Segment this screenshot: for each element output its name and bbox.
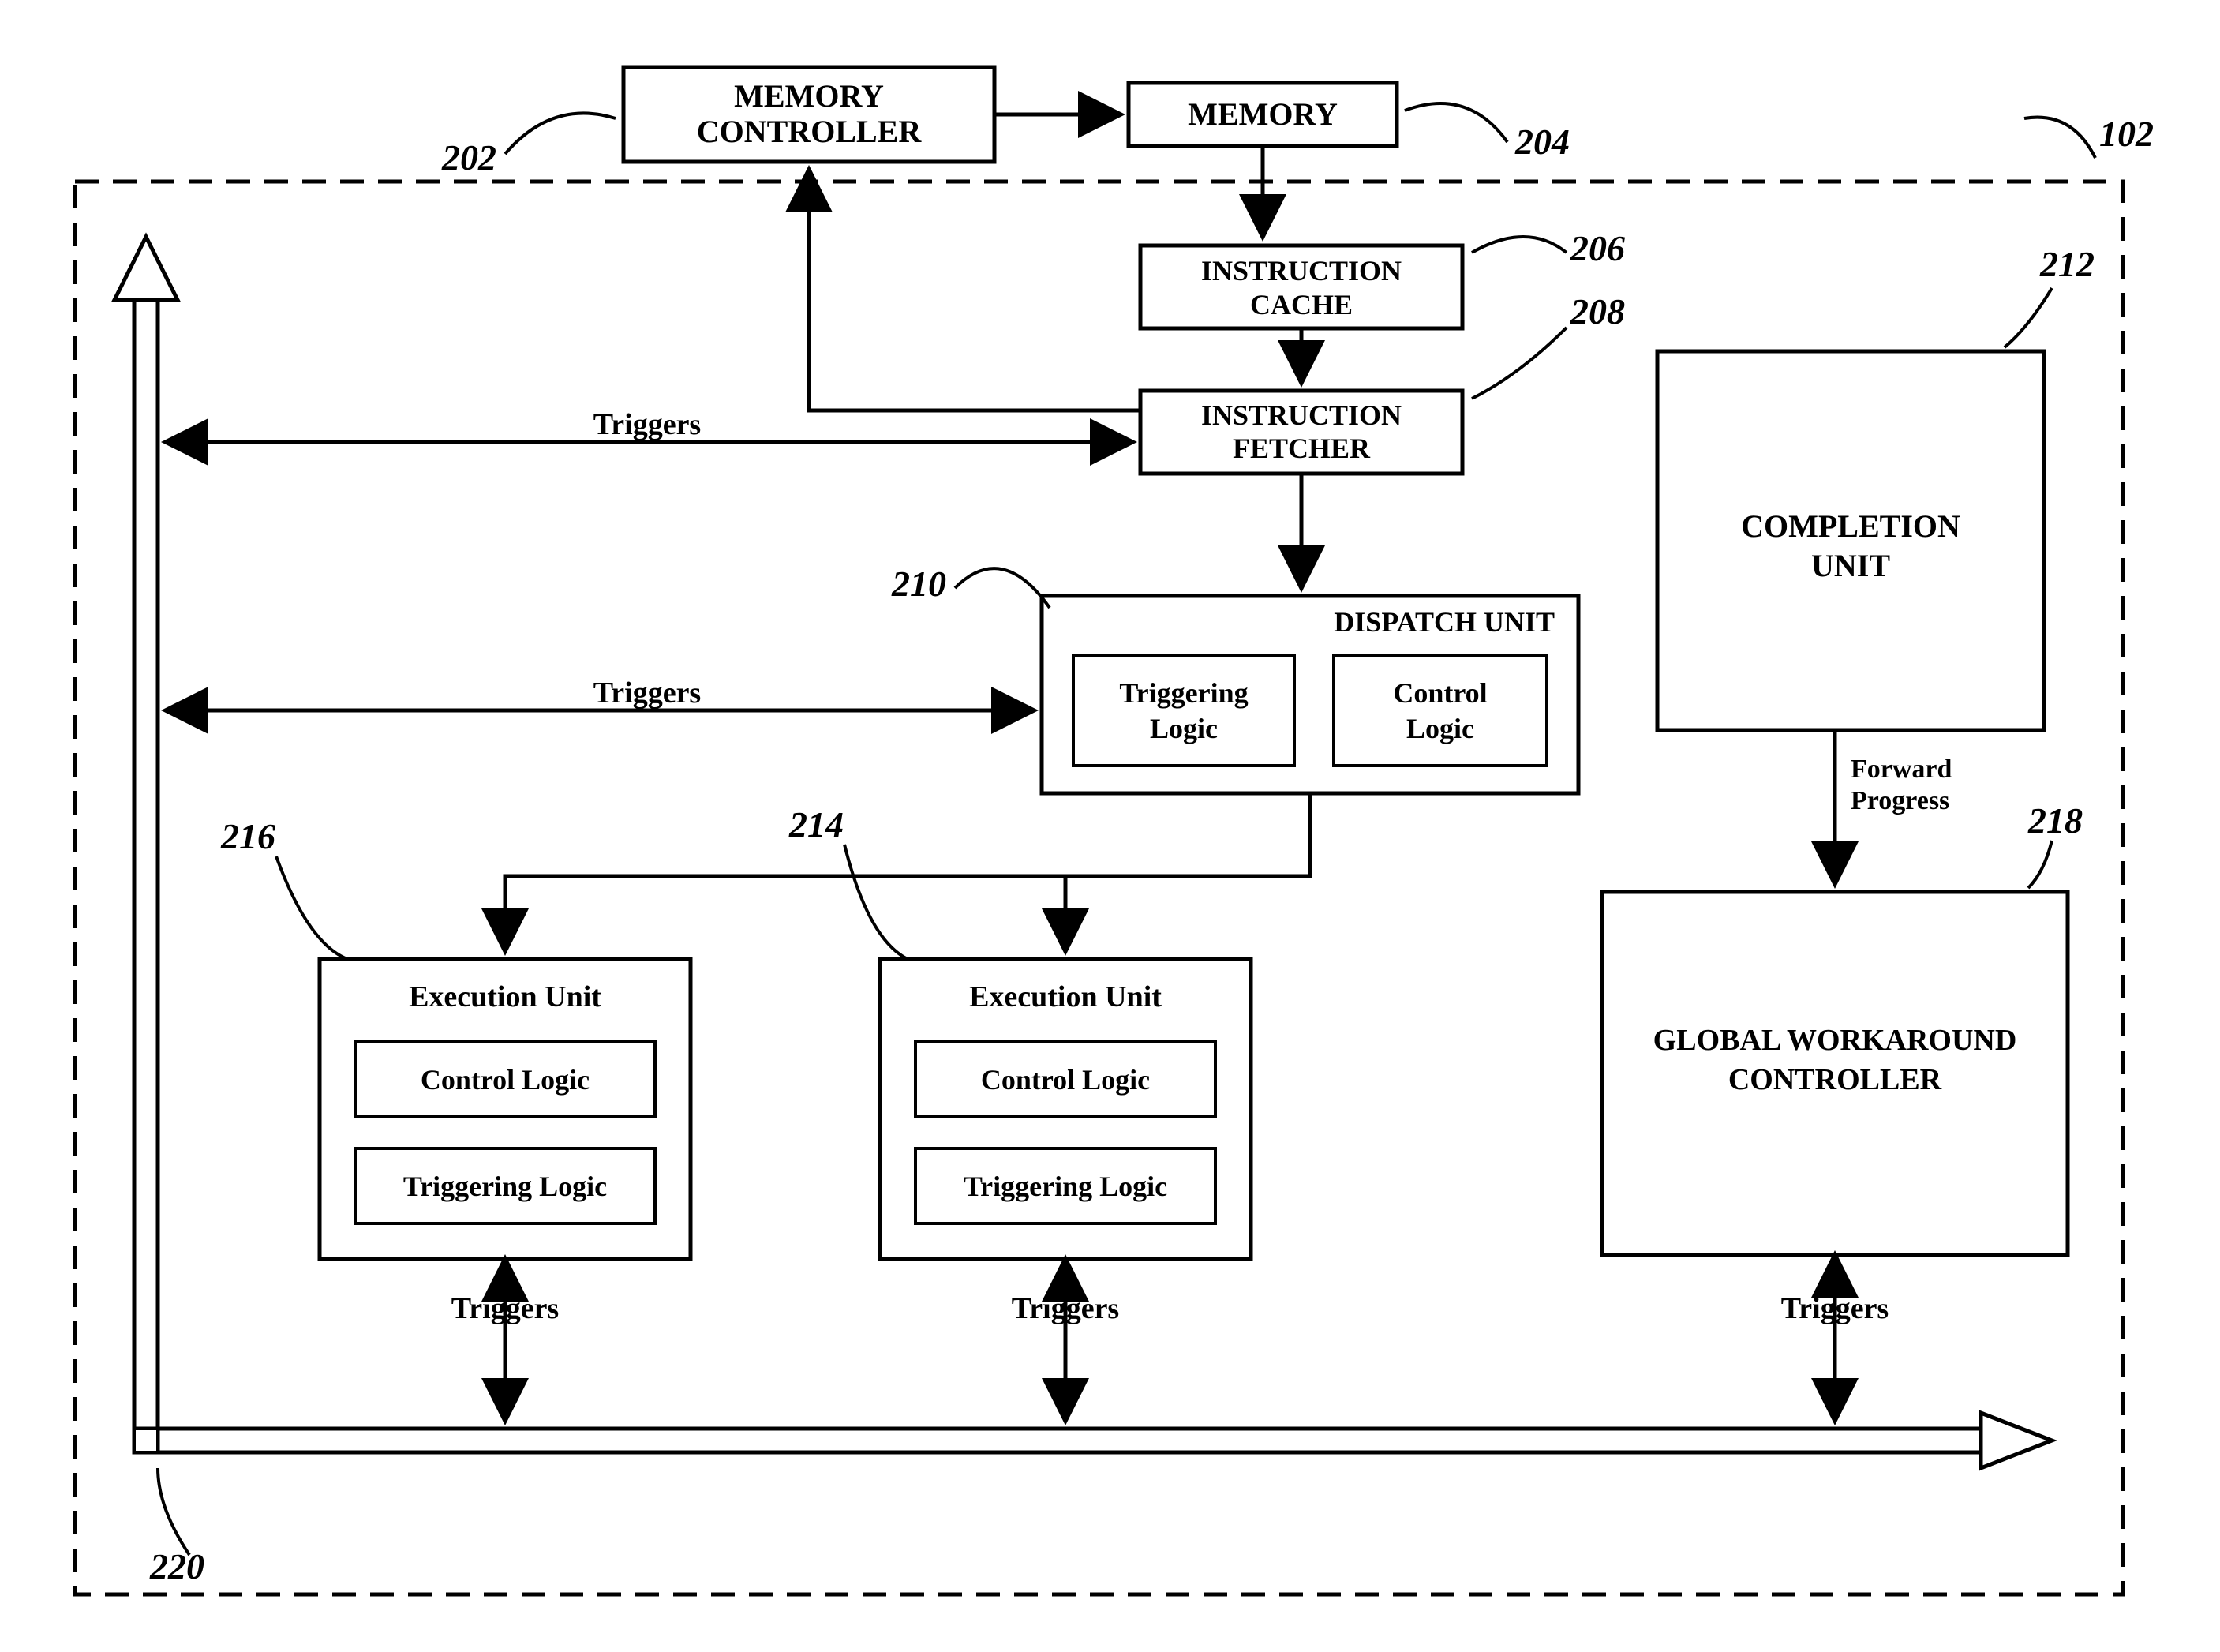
exec214-title: Execution Unit — [969, 980, 1162, 1013]
instruction-fetcher-block: INSTRUCTION FETCHER — [1140, 391, 1462, 474]
dispatch-control-label-1: Control — [1393, 677, 1487, 709]
label-triggers-gwc: Triggers — [1781, 1292, 1889, 1325]
label-triggers-exec214: Triggers — [1012, 1292, 1119, 1325]
leader-218 — [2028, 841, 2052, 888]
ref-102: 102 — [2099, 114, 2154, 154]
ref-216: 216 — [220, 816, 275, 856]
arrow-ifetch-memctrl — [809, 170, 1140, 410]
instruction-cache-block: INSTRUCTION CACHE — [1140, 245, 1462, 328]
ref-218: 218 — [2027, 800, 2083, 841]
ref-202: 202 — [441, 137, 496, 178]
completion-unit-block: COMPLETION UNIT — [1657, 351, 2044, 730]
instruction-fetcher-label-1: INSTRUCTION — [1201, 399, 1402, 431]
ref-214: 214 — [788, 804, 844, 845]
ref-204: 204 — [1514, 122, 1570, 162]
execution-unit-216-block: Execution Unit Control Logic Triggering … — [320, 959, 691, 1259]
exec214-sub-a: Control Logic — [981, 1064, 1150, 1096]
ref-208: 208 — [1570, 291, 1625, 332]
memory-controller-block: MEMORY CONTROLLER — [623, 67, 994, 162]
leader-204 — [1405, 103, 1507, 142]
memory-controller-label-2: CONTROLLER — [697, 114, 923, 149]
leader-212 — [2005, 288, 2052, 347]
leader-206 — [1472, 237, 1567, 253]
completion-unit-label-2: UNIT — [1811, 548, 1890, 583]
completion-unit-label-1: COMPLETION — [1741, 508, 1960, 544]
leader-220 — [158, 1468, 189, 1555]
dispatch-control-label-2: Logic — [1406, 713, 1474, 744]
global-workaround-controller-block: GLOBAL WORKAROUND CONTROLLER — [1602, 892, 2068, 1255]
instruction-cache-label-2: CACHE — [1250, 289, 1353, 320]
leader-210 — [955, 568, 1050, 608]
leader-208 — [1472, 328, 1567, 399]
label-triggers-dispatch: Triggers — [593, 676, 701, 710]
leader-216 — [276, 856, 347, 959]
memory-label: MEMORY — [1188, 96, 1338, 132]
label-forward-progress-1: Forward — [1851, 755, 1952, 784]
dispatch-triggering-label-1: Triggering — [1119, 677, 1248, 709]
label-forward-progress-2: Progress — [1851, 786, 1949, 815]
gwc-label-2: CONTROLLER — [1728, 1063, 1942, 1096]
exec216-title: Execution Unit — [409, 980, 601, 1013]
instruction-cache-label-1: INSTRUCTION — [1201, 255, 1402, 287]
exec216-sub-a: Control Logic — [421, 1064, 590, 1096]
arrow-dispatch-exec — [505, 793, 1310, 951]
label-triggers-ifetch: Triggers — [593, 408, 701, 441]
ref-220: 220 — [149, 1546, 204, 1586]
memory-controller-label-1: MEMORY — [734, 78, 884, 114]
exec216-sub-b: Triggering Logic — [403, 1171, 607, 1202]
label-triggers-exec216: Triggers — [451, 1292, 559, 1325]
ref-206: 206 — [1570, 228, 1625, 268]
memory-block: MEMORY — [1129, 83, 1397, 146]
execution-unit-214-block: Execution Unit Control Logic Triggering … — [880, 959, 1251, 1259]
dispatch-unit-label: DISPATCH UNIT — [1334, 606, 1555, 638]
leader-102 — [2024, 118, 2095, 158]
ref-212: 212 — [2039, 244, 2095, 284]
dispatch-unit-block: DISPATCH UNIT Triggering Logic Control L… — [1042, 596, 1578, 793]
gwc-label-1: GLOBAL WORKAROUND — [1653, 1024, 2017, 1057]
instruction-fetcher-label-2: FETCHER — [1233, 433, 1371, 464]
dispatch-triggering-label-2: Logic — [1150, 713, 1218, 744]
leader-214 — [844, 845, 908, 959]
leader-202 — [505, 113, 616, 154]
exec214-sub-b: Triggering Logic — [964, 1171, 1167, 1202]
ref-210: 210 — [891, 564, 946, 604]
